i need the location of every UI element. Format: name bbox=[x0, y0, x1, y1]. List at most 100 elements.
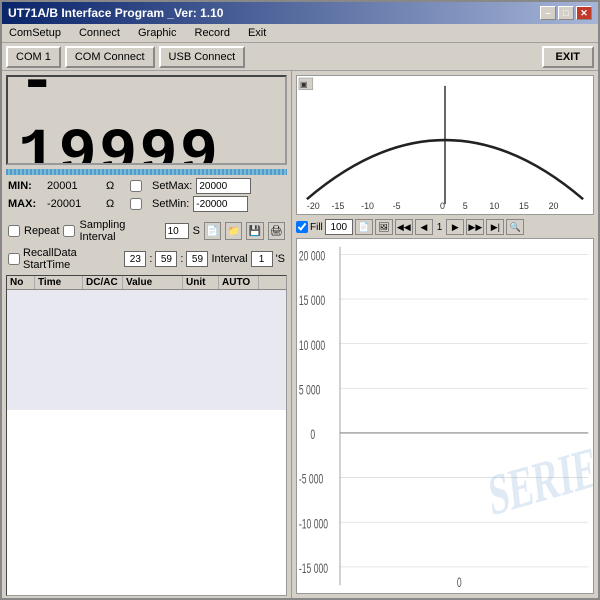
recall-label: RecallData StartTime bbox=[23, 247, 121, 271]
svg-text:-15: -15 bbox=[332, 201, 345, 211]
toolbar: COM 1 COM Connect USB Connect EXIT bbox=[2, 43, 598, 71]
col-value: Value bbox=[123, 276, 183, 289]
menu-graphic[interactable]: Graphic bbox=[135, 26, 180, 40]
setmin-input[interactable] bbox=[193, 196, 248, 212]
colon2: : bbox=[180, 253, 183, 265]
svg-text:5: 5 bbox=[463, 201, 468, 211]
svg-text:5 000: 5 000 bbox=[299, 384, 320, 398]
minmax-section: MIN: 20001 Ω SetMax: MAX: -20001 Ω SetMi… bbox=[2, 175, 291, 217]
table-body bbox=[7, 290, 286, 410]
svg-text:20 000: 20 000 bbox=[299, 250, 325, 264]
setmax-checkbox[interactable] bbox=[130, 180, 142, 192]
bar-chart-toolbar: Fill 📄 🖼 ◀◀ ◀ 1 ▶ ▶▶ ▶| 🔍 bbox=[296, 219, 594, 235]
min-row: MIN: 20001 Ω SetMax: bbox=[8, 178, 285, 194]
main-window: UT71A/B Interface Program _Ver: 1.10 – □… bbox=[0, 0, 600, 600]
window-title: UT71A/B Interface Program _Ver: 1.10 bbox=[8, 6, 223, 20]
file-icon-btn[interactable]: 📄 bbox=[204, 222, 221, 240]
max-unit: Ω bbox=[106, 198, 126, 210]
usb-connect-button[interactable]: USB Connect bbox=[159, 46, 246, 68]
svg-text:20: 20 bbox=[549, 201, 559, 211]
display-value: - 19999 bbox=[18, 75, 275, 165]
svg-text:SERIES: SERIES bbox=[486, 429, 593, 529]
recall-checkbox[interactable] bbox=[8, 253, 20, 265]
save-icon-btn[interactable]: 💾 bbox=[246, 222, 263, 240]
menu-bar: ComSetup Connect Graphic Record Exit bbox=[2, 24, 598, 43]
exit-button[interactable]: EXIT bbox=[542, 46, 594, 68]
bar-chart: 20 000 15 000 10 000 5 000 0 -5 000 -10 … bbox=[296, 238, 594, 594]
svg-text:-5 000: -5 000 bbox=[299, 473, 323, 487]
svg-text:15 000: 15 000 bbox=[299, 294, 325, 308]
digital-display: - 19999 bbox=[6, 75, 287, 165]
svg-text:-10: -10 bbox=[361, 201, 374, 211]
recall-min[interactable] bbox=[155, 251, 177, 267]
table-header: No Time DC/AC Value Unit AUTO bbox=[7, 276, 286, 290]
setmax-label: SetMax: bbox=[152, 180, 192, 192]
recall-interval[interactable] bbox=[251, 251, 273, 267]
nav-prev-btn[interactable]: ◀ bbox=[415, 219, 433, 235]
col-auto: AUTO bbox=[219, 276, 259, 289]
setmin-label: SetMin: bbox=[152, 198, 189, 210]
svg-text:10: 10 bbox=[489, 201, 499, 211]
menu-exit[interactable]: Exit bbox=[245, 26, 269, 40]
nav-next2-btn[interactable]: ▶▶ bbox=[466, 219, 484, 235]
svg-text:-10 000: -10 000 bbox=[299, 518, 328, 532]
fill-label: Fill bbox=[310, 222, 323, 233]
svg-text:▣: ▣ bbox=[300, 80, 307, 89]
max-value: -20001 bbox=[47, 198, 102, 210]
col-dcac: DC/AC bbox=[83, 276, 123, 289]
svg-text:-20: -20 bbox=[307, 201, 320, 211]
nav-first-btn[interactable]: ◀◀ bbox=[395, 219, 413, 235]
maximize-button[interactable]: □ bbox=[558, 6, 574, 20]
img-chart-btn[interactable]: 🖼 bbox=[375, 219, 393, 235]
max-row: MAX: -20001 Ω SetMin: bbox=[8, 196, 285, 212]
recall-sec[interactable] bbox=[186, 251, 208, 267]
recall-row: RecallData StartTime : : Interval 'S bbox=[2, 245, 291, 273]
menu-connect[interactable]: Connect bbox=[76, 26, 123, 40]
menu-comsetup[interactable]: ComSetup bbox=[6, 26, 64, 40]
main-content: - 19999 MIN: 20001 Ω SetMax: MAX: -20001… bbox=[2, 71, 598, 598]
min-value: 20001 bbox=[47, 180, 102, 192]
interval-input[interactable] bbox=[165, 223, 189, 239]
arch-chart: -20 -15 -10 -5 0 5 10 15 20 ▣ bbox=[296, 75, 594, 215]
recall-unit: 'S bbox=[276, 253, 285, 265]
interval-unit: S bbox=[193, 225, 200, 237]
data-table: No Time DC/AC Value Unit AUTO bbox=[6, 275, 287, 596]
fill-input[interactable] bbox=[325, 219, 353, 235]
sampling-checkbox[interactable] bbox=[63, 225, 75, 237]
com1-button[interactable]: COM 1 bbox=[6, 46, 61, 68]
setmin-checkbox[interactable] bbox=[130, 198, 142, 210]
file-chart-btn[interactable]: 📄 bbox=[355, 219, 373, 235]
repeat-checkbox[interactable] bbox=[8, 225, 20, 237]
svg-text:15: 15 bbox=[519, 201, 529, 211]
repeat-label: Repeat bbox=[24, 225, 59, 237]
close-button[interactable]: ✕ bbox=[576, 6, 592, 20]
recall-hour[interactable] bbox=[124, 251, 146, 267]
com-connect-button[interactable]: COM Connect bbox=[65, 46, 155, 68]
svg-text:0: 0 bbox=[457, 576, 462, 590]
left-panel: - 19999 MIN: 20001 Ω SetMax: MAX: -20001… bbox=[2, 71, 292, 598]
svg-text:-5: -5 bbox=[393, 201, 401, 211]
min-unit: Ω bbox=[106, 180, 126, 192]
col-unit: Unit bbox=[183, 276, 219, 289]
svg-text:10 000: 10 000 bbox=[299, 339, 325, 353]
setmax-input[interactable] bbox=[196, 178, 251, 194]
min-label: MIN: bbox=[8, 180, 43, 192]
menu-record[interactable]: Record bbox=[192, 26, 233, 40]
page-num: 1 bbox=[435, 222, 445, 233]
zoom-btn[interactable]: 🔍 bbox=[506, 219, 524, 235]
folder-icon-btn[interactable]: 📁 bbox=[225, 222, 242, 240]
fill-checkbox[interactable] bbox=[296, 221, 308, 233]
svg-text:0: 0 bbox=[310, 428, 315, 442]
nav-last-btn[interactable]: ▶| bbox=[486, 219, 504, 235]
col-time: Time bbox=[35, 276, 83, 289]
col-no: No bbox=[7, 276, 35, 289]
sampling-label: Sampling Interval bbox=[79, 219, 160, 243]
interval-label: Interval bbox=[211, 253, 247, 265]
minimize-button[interactable]: – bbox=[540, 6, 556, 20]
svg-text:0: 0 bbox=[440, 201, 445, 211]
print-icon-btn[interactable]: 🖨 bbox=[268, 222, 285, 240]
svg-text:-15 000: -15 000 bbox=[299, 562, 328, 576]
title-bar: UT71A/B Interface Program _Ver: 1.10 – □… bbox=[2, 2, 598, 24]
max-label: MAX: bbox=[8, 198, 43, 210]
nav-next-btn[interactable]: ▶ bbox=[446, 219, 464, 235]
